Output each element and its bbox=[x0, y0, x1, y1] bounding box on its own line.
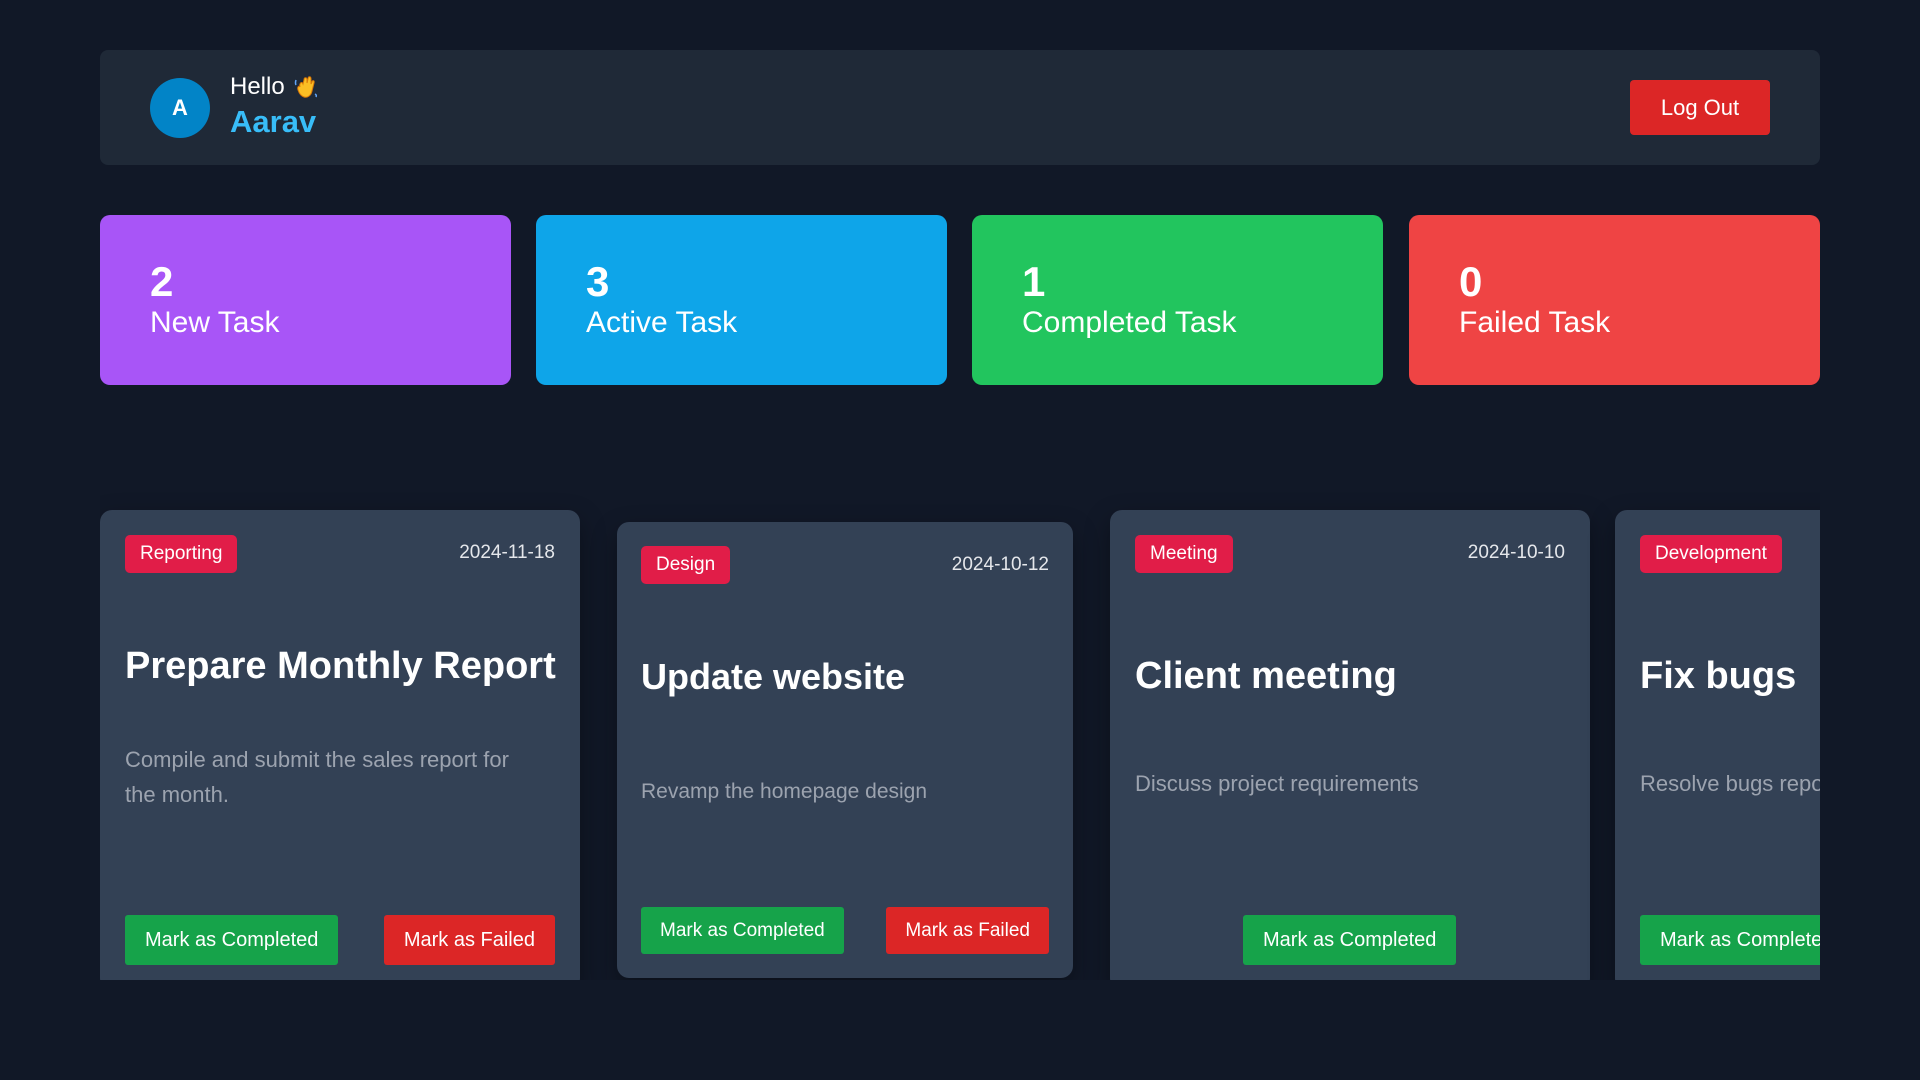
task-stats: 2 New Task 3 Active Task 1 Completed Tas… bbox=[100, 215, 1820, 385]
category-badge: Meeting bbox=[1135, 535, 1233, 573]
task-description: Revamp the homepage design bbox=[641, 780, 928, 803]
mark-completed-button[interactable]: Mark as Completed bbox=[1640, 915, 1820, 965]
category-badge: Design bbox=[641, 546, 731, 584]
stat-count: 3 bbox=[586, 258, 610, 305]
stat-card-completed: 1 Completed Task bbox=[972, 215, 1383, 385]
waving-hand-icon bbox=[294, 76, 317, 98]
stat-card-active: 3 Active Task bbox=[536, 215, 947, 385]
mark-failed-button[interactable]: Mark as Failed bbox=[886, 907, 1049, 954]
greeting-line: Hello bbox=[230, 72, 319, 102]
category-badge: Reporting bbox=[125, 535, 238, 573]
task-title: Update website bbox=[641, 656, 906, 697]
mark-completed-button[interactable]: Mark as Completed bbox=[125, 915, 339, 965]
task-card: Development Fix bugs Resolve bugs report… bbox=[1615, 510, 1820, 980]
stat-count: 0 bbox=[1459, 258, 1483, 305]
stat-count: 2 bbox=[150, 258, 174, 305]
user-name: Aarav bbox=[230, 104, 317, 139]
mark-completed-button[interactable]: Mark as Completed bbox=[1243, 915, 1457, 965]
task-date: 2024-11-18 bbox=[459, 542, 555, 563]
stat-label: Active Task bbox=[586, 306, 738, 339]
task-list[interactable]: Reporting 2024-11-18 Prepare Monthly Rep… bbox=[100, 460, 1820, 980]
task-title: Prepare Monthly Report bbox=[125, 645, 556, 687]
mark-completed-button[interactable]: Mark as Completed bbox=[641, 907, 844, 954]
stat-card-new: 2 New Task bbox=[100, 215, 511, 385]
category-badge: Development bbox=[1640, 535, 1782, 573]
task-description: Compile and submit the sales report for … bbox=[125, 747, 509, 807]
task-description: Resolve bugs reported bbox=[1640, 771, 1820, 796]
task-description: Discuss project requirements bbox=[1135, 771, 1419, 796]
task-title: Client meeting bbox=[1135, 655, 1397, 697]
header-bar: A Hello Aarav Log Out bbox=[100, 50, 1820, 165]
task-title: Fix bugs bbox=[1640, 655, 1797, 697]
logout-button[interactable]: Log Out bbox=[1630, 80, 1770, 135]
stat-card-failed: 0 Failed Task bbox=[1409, 215, 1820, 385]
greeting-text: Hello bbox=[230, 73, 285, 100]
task-card: Design 2024-10-12 Update website Revamp … bbox=[617, 522, 1073, 978]
avatar: A bbox=[150, 78, 210, 138]
task-date: 2024-10-10 bbox=[1467, 542, 1565, 563]
task-card: Meeting 2024-10-10 Client meeting Discus… bbox=[1110, 510, 1590, 980]
greeting-block: Hello Aarav bbox=[230, 72, 319, 142]
stat-label: Completed Task bbox=[1022, 306, 1237, 339]
stat-label: New Task bbox=[150, 306, 280, 339]
task-card: Reporting 2024-11-18 Prepare Monthly Rep… bbox=[100, 510, 580, 980]
stat-label: Failed Task bbox=[1459, 306, 1611, 339]
task-date: 2024-10-12 bbox=[951, 554, 1049, 575]
stat-count: 1 bbox=[1022, 258, 1046, 305]
mark-failed-button[interactable]: Mark as Failed bbox=[383, 915, 555, 965]
